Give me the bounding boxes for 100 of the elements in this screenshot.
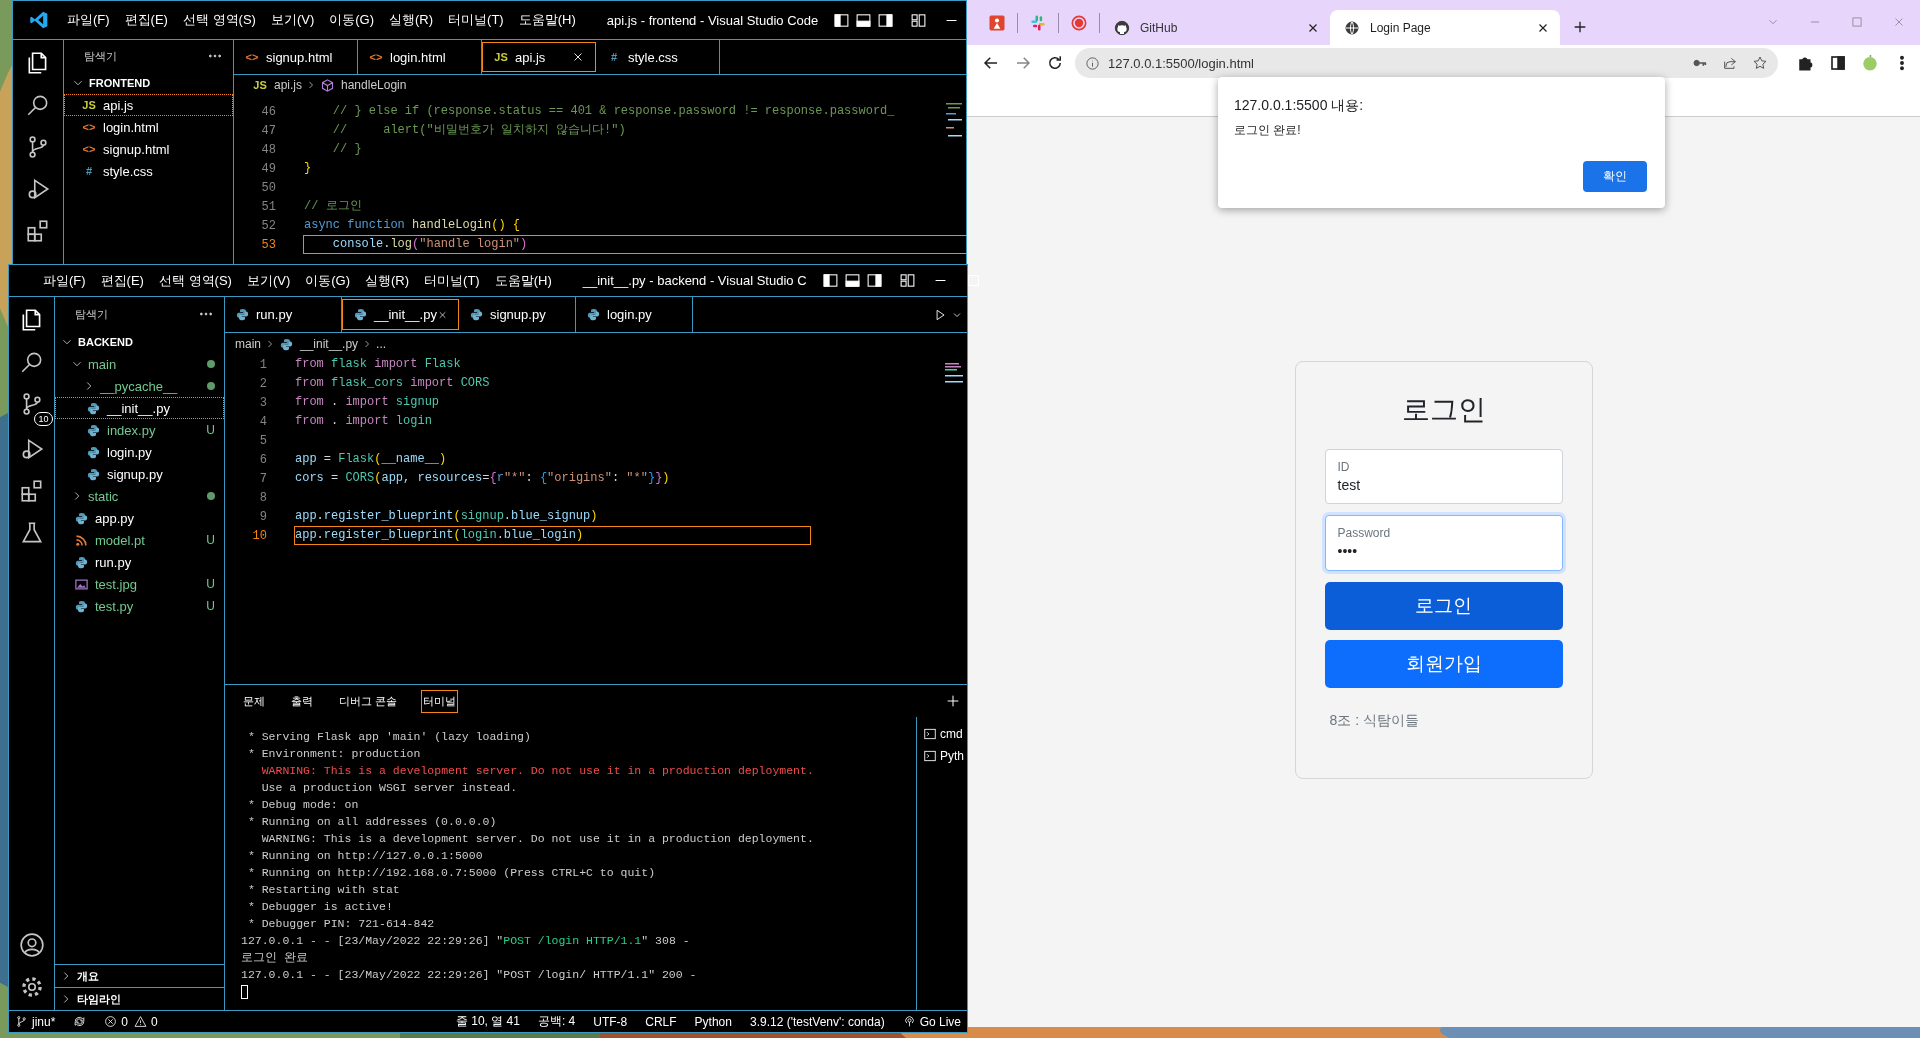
browser-tab[interactable]: GitHub [1100, 10, 1330, 45]
bookmark-star-icon[interactable] [1752, 55, 1768, 71]
editor-tab[interactable]: login.py [576, 297, 693, 332]
panel-tab[interactable]: 터미널 [421, 689, 459, 713]
menu-item[interactable]: 파일(F) [67, 11, 110, 29]
status-item[interactable]: UTF-8 [593, 1014, 628, 1029]
address-bar[interactable]: 127.0.0.1:5500/login.html [1075, 48, 1778, 78]
file-item[interactable]: __pycache__ [55, 375, 224, 397]
customize-layout-icon[interactable] [910, 11, 928, 29]
file-item[interactable]: model.pt U [55, 529, 224, 551]
problems-status[interactable]: 0 0 [104, 1014, 158, 1029]
account-icon[interactable] [18, 932, 45, 958]
signup-button[interactable]: 회원가입 [1324, 640, 1563, 688]
reload-icon[interactable] [1046, 54, 1064, 72]
run-icon[interactable] [933, 307, 947, 322]
terminal-text: * Running on http://127.0.0.1:5000 [247, 849, 483, 862]
code-token: . [331, 395, 340, 409]
menu-item[interactable]: 보기(V) [270, 11, 315, 29]
file-item[interactable]: # style.css [64, 160, 233, 182]
editor-tab[interactable]: <> login.html [358, 40, 482, 74]
record-icon[interactable] [1069, 13, 1089, 33]
toggle-panel-icon[interactable] [855, 11, 873, 29]
breadcrumb-item[interactable]: __init__.py [279, 336, 359, 352]
file-item[interactable]: test.jpg U [55, 573, 224, 595]
status-item[interactable]: 줄 10, 열 41 [455, 1013, 520, 1030]
panel-tab[interactable]: 디버그 콘솔 [337, 689, 400, 713]
ok-button[interactable]: 확인 [1583, 161, 1647, 192]
extensions-icon[interactable] [1797, 54, 1815, 72]
editor-tab[interactable]: JS api.js [482, 42, 596, 72]
terminal-session[interactable]: Pyth [917, 745, 967, 767]
breadcrumb-item[interactable]: ... [376, 337, 387, 351]
section-header[interactable]: 개요 [55, 964, 224, 987]
menu-item[interactable]: 실행(R) [365, 271, 410, 290]
toggle-secondary-sidebar-icon[interactable] [865, 272, 883, 289]
menu-item[interactable]: 실행(R) [389, 11, 434, 29]
status-item[interactable]: Python [694, 1014, 732, 1029]
toggle-secondary-sidebar-icon[interactable] [877, 11, 895, 29]
file-item[interactable]: run.py [55, 551, 224, 573]
file-item[interactable]: login.py [55, 441, 224, 463]
file-item[interactable]: <> login.html [64, 116, 233, 138]
file-item[interactable]: __init__.py [55, 397, 224, 419]
branch-status[interactable]: jinu* [15, 1014, 56, 1029]
menu-item[interactable]: 보기(V) [246, 271, 291, 290]
status-item[interactable]: CRLF [645, 1014, 677, 1029]
menu-item[interactable]: 편집(E) [100, 271, 144, 290]
folder-header[interactable]: FRONTEND [64, 72, 233, 94]
code-token: login [460, 528, 497, 542]
toggle-panel-icon[interactable] [843, 272, 861, 289]
menu-item[interactable]: 파일(F) [43, 271, 86, 290]
editor-tab[interactable]: # style.css [596, 40, 720, 74]
section-header[interactable]: 타임라인 [55, 987, 224, 1010]
menu-item[interactable]: 이동(G) [329, 11, 375, 29]
forward-icon[interactable] [1014, 54, 1032, 72]
add-terminal-icon[interactable] [945, 693, 961, 709]
menu-item[interactable]: 도움말(H) [494, 271, 552, 290]
share-icon[interactable] [1722, 55, 1738, 71]
new-tab-icon[interactable] [1572, 19, 1588, 35]
terminal-text: 127.0.0.1 - - [23/May/2022 22:29:26] "POST /login/ HTTP/1.1" 200 - [241, 968, 697, 981]
panel-tab[interactable]: 출력 [289, 689, 315, 713]
side-panel-icon[interactable] [1829, 54, 1847, 72]
customize-layout-icon[interactable] [898, 272, 916, 289]
terminal-session[interactable]: cmd [917, 723, 967, 745]
back-icon[interactable] [982, 54, 1000, 72]
sync-icon[interactable] [73, 1015, 87, 1028]
menu-item[interactable]: 선택 영역(S) [182, 11, 256, 29]
status-item[interactable]: 3.9.12 ('testVenv': conda) [749, 1014, 885, 1029]
menu-item[interactable]: 터미널(T) [424, 271, 480, 290]
app-icon[interactable] [987, 13, 1007, 33]
file-item[interactable]: signup.py [55, 463, 224, 485]
browser-tab[interactable]: Login Page [1330, 10, 1560, 45]
folder-header[interactable]: BACKEND [55, 331, 224, 353]
toggle-sidebar-icon[interactable] [821, 272, 839, 289]
file-item[interactable]: main [55, 353, 224, 375]
toggle-sidebar-icon[interactable] [833, 11, 851, 29]
editor-tab[interactable]: __init__.py [342, 299, 459, 330]
menu-item[interactable]: 도움말(H) [518, 11, 576, 29]
code-token: import [410, 376, 455, 390]
status-item[interactable]: 공백: 4 [537, 1013, 576, 1030]
file-item[interactable]: JS api.js [64, 94, 233, 116]
login-button[interactable]: 로그인 [1324, 582, 1563, 630]
colorful-grid-icon[interactable] [1028, 13, 1048, 33]
input-field[interactable]: Password •••• [1324, 515, 1563, 571]
file-item[interactable]: index.py U [55, 419, 224, 441]
editor-tab[interactable]: run.py [225, 297, 342, 332]
menu-item[interactable]: 선택 영역(S) [158, 271, 232, 290]
file-item[interactable]: static [55, 485, 224, 507]
breadcrumb-item[interactable]: main [235, 337, 261, 351]
panel-tab[interactable]: 문제 [241, 689, 267, 713]
file-item[interactable]: app.py [55, 507, 224, 529]
breadcrumb-item[interactable]: handleLogin [320, 77, 407, 93]
file-item[interactable]: <> signup.html [64, 138, 233, 160]
menu-item[interactable]: 이동(G) [305, 271, 351, 290]
editor-tab[interactable]: signup.py [459, 297, 576, 332]
menu-item[interactable]: 편집(E) [124, 11, 168, 29]
breadcrumb-item[interactable]: JS api.js [252, 78, 302, 92]
menu-item[interactable]: 터미널(T) [448, 11, 504, 29]
editor-tab[interactable]: <> signup.html [234, 40, 358, 74]
file-item[interactable]: test.py U [55, 595, 224, 617]
input-field[interactable]: ID test [1324, 449, 1563, 504]
go-live-button[interactable]: Go Live [902, 1014, 961, 1029]
